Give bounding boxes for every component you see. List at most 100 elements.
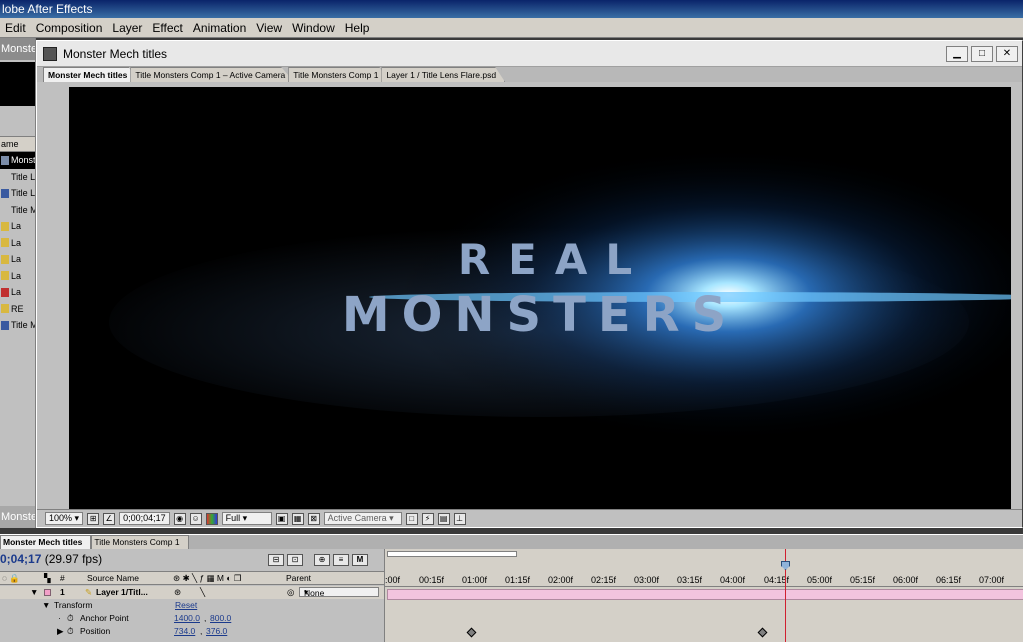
time-ruler[interactable]: :00f 00:15f 01:00f 01:15f 02:00f 02:15f … [385, 571, 1023, 587]
title-line-monsters: MONSTERS [341, 287, 739, 343]
project-item[interactable]: Title Le [0, 185, 35, 202]
camera-dropdown[interactable]: Active Camera ▾ [323, 512, 402, 525]
keyframe-icon[interactable] [757, 627, 768, 638]
ruler-tick: 06:15f [936, 575, 962, 585]
transform-reset-link[interactable]: Reset [175, 600, 197, 610]
composition-title-bar: Monster Mech titles ▁ □ ✕ [37, 41, 1022, 67]
position-x[interactable]: 734.0 [174, 626, 195, 636]
hide-shy-layers-icon[interactable]: ≡ [333, 554, 349, 566]
project-item[interactable]: La [0, 268, 35, 285]
show-snapshot-icon[interactable]: ☺ [189, 512, 202, 525]
layer-row[interactable]: ▼ 1 ✎ Layer 1/Titl... ⊛ ╲ ◎ None ▾ [0, 586, 384, 599]
anchor-point-row[interactable]: · ⏱ Anchor Point 1400.0 , 800.0 [0, 612, 384, 625]
project-bottom-tab[interactable]: Monster [0, 506, 35, 528]
transform-triangle-icon[interactable]: ▼ [42, 600, 50, 610]
project-panel: Monster ame Monste Title Le Title Le Tit… [0, 38, 36, 528]
ruler-tick: :00f [385, 575, 401, 585]
quality-switch-icon[interactable]: ╲ [200, 587, 205, 598]
ruler-tick: 00:15f [419, 575, 445, 585]
project-item[interactable]: La [0, 235, 35, 252]
maximize-icon[interactable]: □ [971, 45, 993, 62]
parent-dropdown[interactable]: None ▾ [299, 587, 379, 597]
current-time-field[interactable]: 0;00;04;17 [119, 512, 170, 525]
tab-timeline-monster-mech-titles[interactable]: Monster Mech titles [0, 535, 92, 549]
project-tab[interactable]: Monster [0, 38, 35, 60]
live-update-icon[interactable]: ⊡ [287, 554, 303, 566]
stopwatch-active-icon[interactable]: ⏱ [67, 626, 74, 637]
timeline-icon[interactable]: ▤ [437, 512, 450, 525]
flowchart-icon[interactable]: ⊥ [453, 512, 466, 525]
project-column-name[interactable]: ame [0, 136, 35, 152]
timeline-graph-area[interactable]: :00f 00:15f 01:00f 01:15f 02:00f 02:15f … [384, 549, 1023, 642]
composition-tabs: Monster Mech titles Title Monsters Comp … [37, 67, 1022, 82]
menu-layer[interactable]: Layer [107, 21, 147, 35]
snapshot-icon[interactable]: ◉ [173, 512, 186, 525]
safe-zones-icon[interactable]: ⊞ [87, 512, 100, 525]
menu-view[interactable]: View [251, 21, 287, 35]
project-item[interactable]: Title Le [0, 169, 35, 186]
tab-active-camera[interactable]: Title Monsters Comp 1 – Active Camera [130, 67, 295, 82]
project-item[interactable]: Monste [0, 152, 35, 169]
close-icon[interactable]: ✕ [996, 45, 1018, 62]
current-time-indicator[interactable] [781, 561, 790, 570]
composition-title: Monster Mech titles [63, 46, 168, 61]
transparency-grid-icon[interactable]: ▦ [291, 512, 304, 525]
project-item[interactable]: La [0, 218, 35, 235]
pixel-aspect-icon[interactable]: ⊠ [307, 512, 320, 525]
keyframe-icon[interactable] [466, 627, 477, 638]
tab-title-monsters-comp[interactable]: Title Monsters Comp 1 [288, 67, 388, 82]
folder-icon [1, 205, 9, 214]
draft-3d-icon[interactable]: ⊕ [314, 554, 330, 566]
anchor-point-x[interactable]: 1400.0 [174, 613, 200, 623]
zoom-dropdown[interactable]: 100% ▾ [45, 512, 84, 525]
view-layout-icon[interactable]: □ [405, 512, 418, 525]
parent-pickwhip-icon[interactable]: ◎ [287, 587, 294, 598]
camera-value: Active Camera [327, 513, 387, 523]
resolution-value: Full [225, 513, 241, 523]
comp-mini-flowchart-icon[interactable]: ⊟ [268, 554, 284, 566]
position-label: Position [80, 626, 111, 636]
layer-name[interactable]: Layer 1/Titl... [96, 587, 148, 597]
layer-file-icon: ✎ [85, 587, 93, 597]
anchor-point-y[interactable]: 800.0 [210, 613, 231, 623]
transform-row[interactable]: ▼ Transform Reset [0, 599, 384, 612]
column-parent[interactable]: Parent [286, 573, 311, 583]
fast-previews-icon[interactable]: ⚡ [421, 512, 434, 525]
stopwatch-icon[interactable]: ⏱ [67, 613, 74, 624]
channel-icon[interactable] [205, 512, 218, 525]
region-of-interest-icon[interactable]: ▣ [275, 512, 288, 525]
timeline-column-headers: ◌ 🔒 ▚ # Source Name ⊛ ✱ ╲ ƒ ▦ M ◐ ❒ Pare… [0, 571, 384, 585]
tab-timeline-title-monsters-comp[interactable]: Title Monsters Comp 1 [91, 535, 189, 549]
work-area-bar[interactable] [387, 551, 517, 557]
project-item[interactable]: RE [0, 301, 35, 318]
menu-composition[interactable]: Composition [31, 21, 108, 35]
expand-triangle-icon[interactable]: ▼ [30, 587, 38, 597]
resolution-dropdown[interactable]: Full ▾ [221, 512, 272, 525]
project-item-label: La [11, 287, 22, 298]
position-expand-icon[interactable]: ▶ [57, 626, 64, 637]
menu-animation[interactable]: Animation [188, 21, 251, 35]
zoom-value: 100% [49, 513, 73, 523]
tab-monster-mech-titles[interactable]: Monster Mech titles [43, 67, 137, 82]
mask-icon[interactable]: ∠ [103, 512, 116, 525]
menu-help[interactable]: Help [340, 21, 375, 35]
menu-effect[interactable]: Effect [147, 21, 187, 35]
menu-edit[interactable]: Edit [0, 21, 31, 35]
layer-duration-bar[interactable] [387, 589, 1023, 600]
composition-viewer[interactable]: REAL MONSTERS [69, 87, 1011, 511]
label-color-swatch[interactable] [44, 589, 51, 596]
project-item[interactable]: La [0, 251, 35, 268]
timeline-current-time[interactable]: 0;04;17 (29.97 fps) [0, 552, 102, 566]
shy-switch-icon[interactable]: ⊛ [174, 587, 181, 598]
timeline-fps: (29.97 fps) [44, 552, 103, 566]
tab-lens-flare-layer[interactable]: Layer 1 / Title Lens Flare.psd [381, 67, 506, 82]
position-row[interactable]: ▶ ⏱ Position 734.0 , 376.0 [0, 625, 384, 638]
menu-window[interactable]: Window [287, 21, 340, 35]
project-item[interactable]: La [0, 284, 35, 301]
project-item[interactable]: Title M [0, 202, 35, 219]
minimize-icon[interactable]: ▁ [946, 45, 968, 62]
project-item[interactable]: Title M [0, 317, 35, 334]
position-y[interactable]: 376.0 [206, 626, 227, 636]
column-source-name[interactable]: Source Name [87, 573, 139, 583]
motion-blur-icon[interactable]: M [352, 554, 368, 566]
